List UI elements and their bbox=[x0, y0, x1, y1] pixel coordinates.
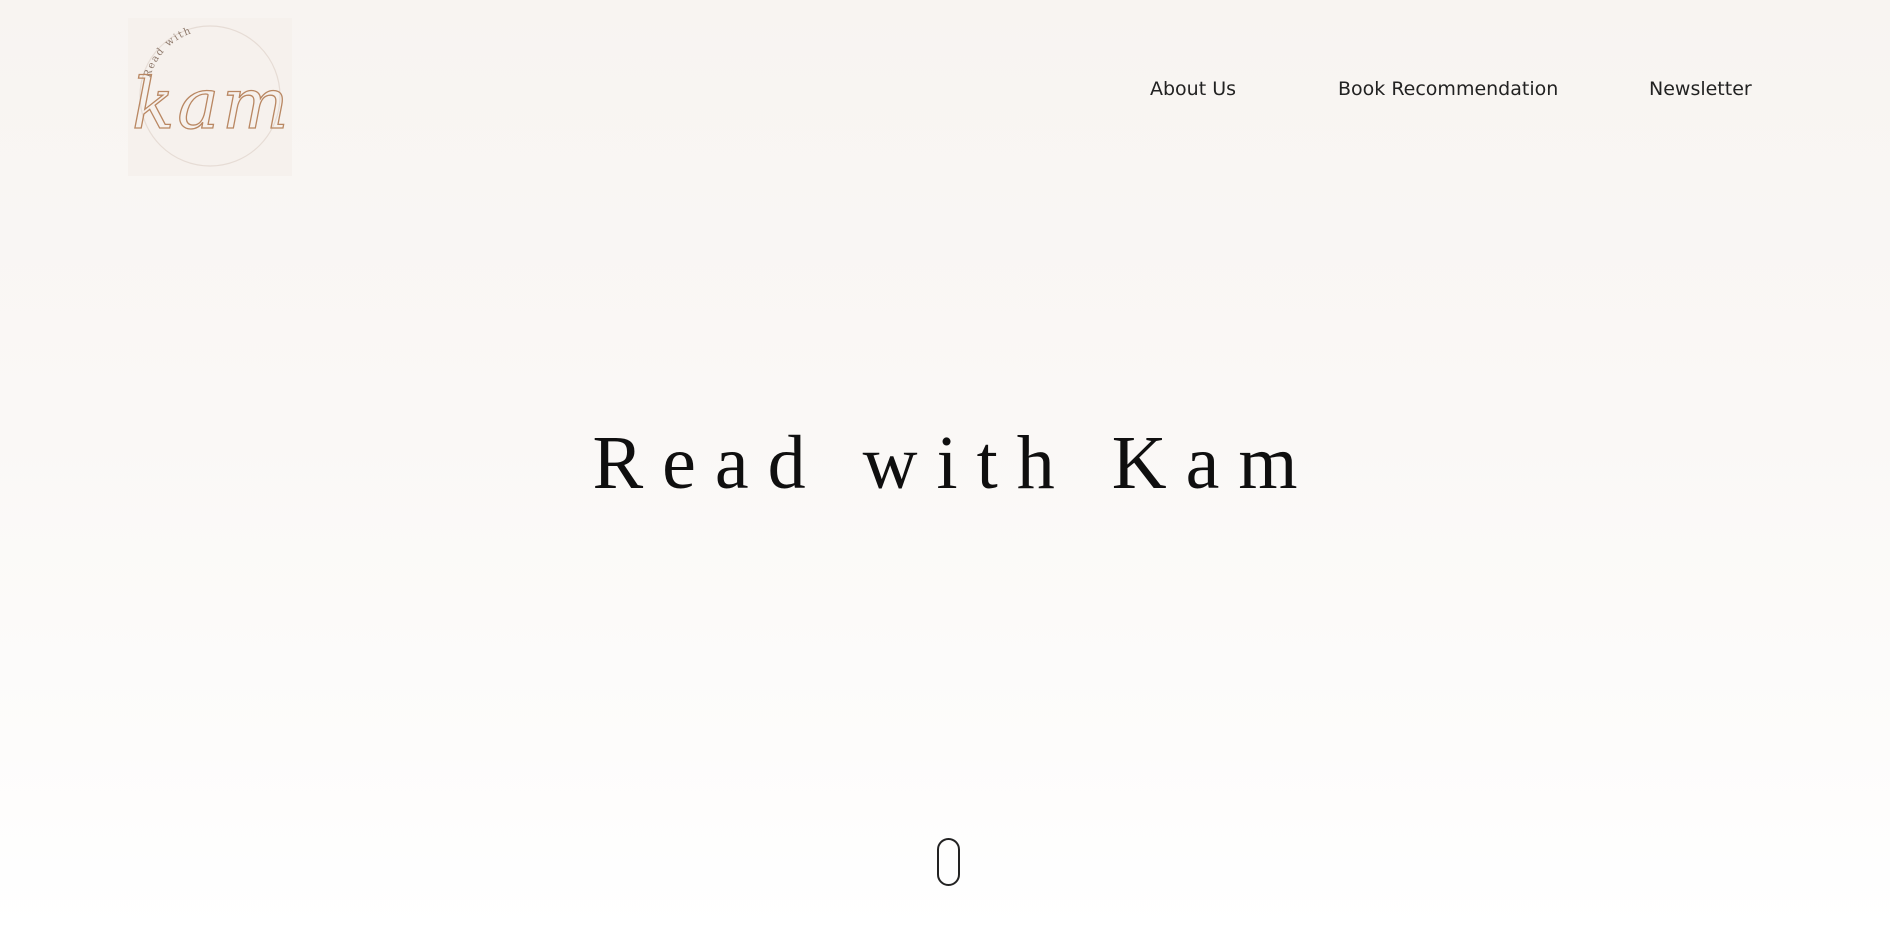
main-nav: About Us Book Recommendation Newsletter bbox=[0, 78, 1890, 108]
scroll-mouse-icon[interactable] bbox=[937, 838, 960, 886]
nav-book-recommendation-link[interactable]: Book Recommendation bbox=[1338, 78, 1558, 100]
nav-newsletter-link[interactable]: Newsletter bbox=[1649, 78, 1752, 100]
nav-about-us-link[interactable]: About Us bbox=[1150, 78, 1236, 100]
hero-title: Read with Kam bbox=[592, 421, 1317, 505]
